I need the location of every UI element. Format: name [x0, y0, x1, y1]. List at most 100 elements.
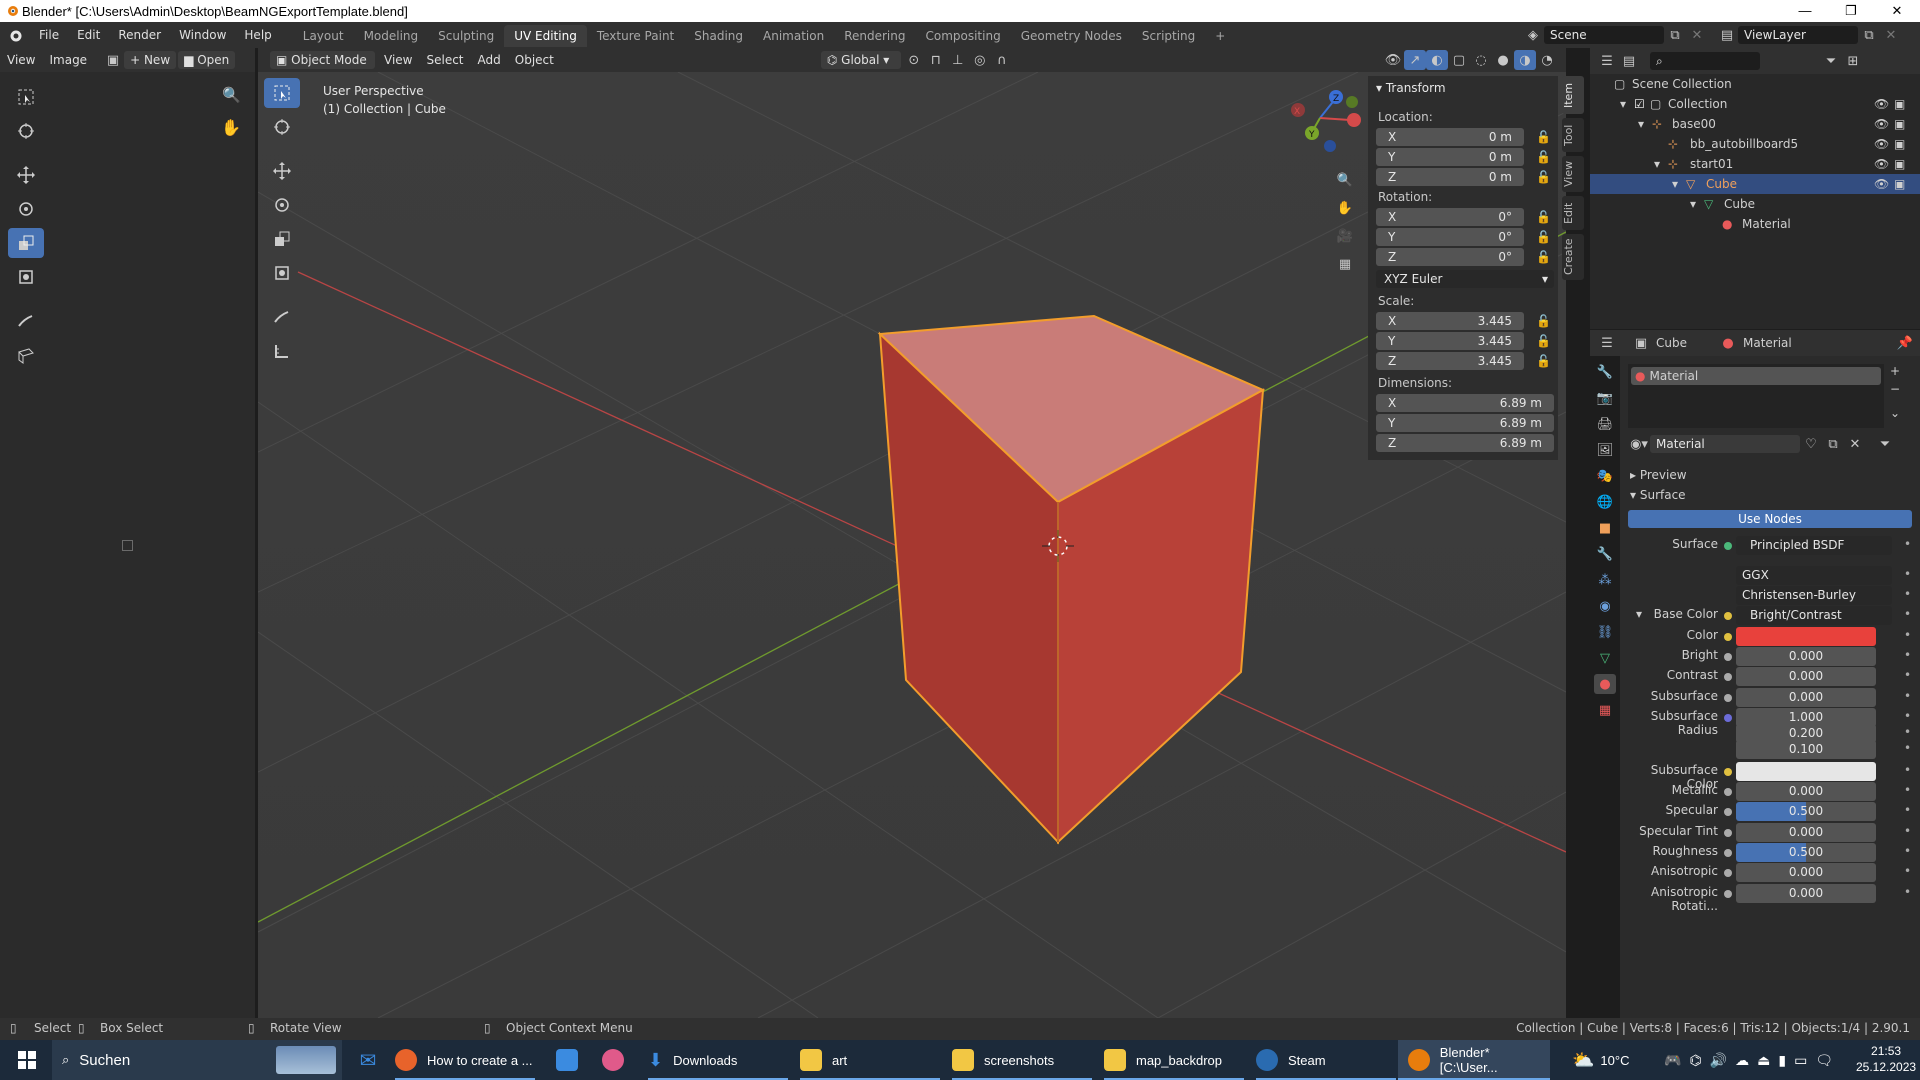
dimensions-y-field[interactable]: Y 6.89 m: [1376, 414, 1554, 432]
new-scene-icon[interactable]: ⧉: [1664, 25, 1686, 45]
new-collection-icon[interactable]: ⊞: [1842, 51, 1864, 71]
camera-icon[interactable]: ▣: [1894, 154, 1905, 174]
socket-dot-icon[interactable]: [1724, 869, 1732, 877]
eye-icon[interactable]: 👁: [1874, 114, 1889, 134]
object-tab-icon[interactable]: ■: [1594, 518, 1616, 538]
checkbox-icon[interactable]: ☑: [1634, 94, 1645, 114]
image-editor-image-menu[interactable]: Image: [42, 53, 94, 67]
viewport-menu-add[interactable]: Add: [471, 53, 508, 67]
taskbar-blender[interactable]: Blender* [C:\User...: [1398, 1040, 1550, 1080]
transform-orientation-selector[interactable]: ⌬ Global ▾: [820, 51, 901, 69]
transform-panel-header[interactable]: Transform: [1386, 81, 1446, 95]
surface-row-value[interactable]: 0.000: [1736, 823, 1876, 842]
world-tab-icon[interactable]: 🌐: [1594, 492, 1616, 512]
taskbar-steam[interactable]: Steam: [1256, 1040, 1396, 1080]
location-z-field[interactable]: Z0 m: [1376, 168, 1524, 186]
rotation-y-field[interactable]: Y 0°: [1376, 228, 1524, 246]
tab-uv-editing[interactable]: UV Editing: [504, 25, 587, 47]
select-box-tool-icon[interactable]: [264, 78, 300, 108]
delete-scene-icon[interactable]: ✕: [1686, 25, 1708, 45]
lock-icon[interactable]: 🔓: [1536, 354, 1551, 368]
gizmo-toggle-icon[interactable]: ↗: [1404, 50, 1426, 70]
rotate-tool-icon[interactable]: [8, 194, 44, 224]
surface-row-value[interactable]: 0.000: [1736, 647, 1876, 666]
collapse-arrow-icon[interactable]: ▾: [1376, 81, 1386, 95]
taskbar-art[interactable]: art: [800, 1040, 940, 1080]
socket-dot-icon[interactable]: [1724, 808, 1732, 816]
snap-target-icon[interactable]: ⊥: [947, 50, 969, 70]
image-editor-view-menu[interactable]: View: [0, 53, 42, 67]
lock-icon[interactable]: 🔓: [1536, 170, 1551, 184]
material-preview-shading-icon[interactable]: ◑: [1514, 50, 1536, 70]
surface-row-value[interactable]: 0.000: [1736, 688, 1876, 707]
lock-icon[interactable]: 🔓: [1536, 334, 1551, 348]
pan-view-icon[interactable]: ✋: [1334, 198, 1356, 218]
solid-shading-icon[interactable]: ●: [1492, 50, 1514, 70]
surface-row-value[interactable]: Bright/Contrast: [1736, 606, 1892, 625]
eye-icon[interactable]: 👁: [1874, 94, 1889, 114]
rotation-x-field[interactable]: X 0°: [1376, 208, 1524, 226]
outliner-row[interactable]: ▾ ▽ Cube: [1590, 194, 1920, 214]
expand-arrow-icon[interactable]: ▾: [1672, 174, 1678, 194]
outliner-row[interactable]: ▢ Scene Collection: [1590, 74, 1920, 94]
tab-scripting[interactable]: Scripting: [1132, 25, 1205, 47]
view-layer-selector[interactable]: ViewLayer: [1738, 26, 1858, 44]
surface-row-value[interactable]: 0.500: [1736, 843, 1876, 862]
zoom-view-icon[interactable]: 🔍: [1334, 170, 1356, 190]
expand-arrow-icon[interactable]: ▾: [1620, 94, 1626, 114]
annotate-tool-icon[interactable]: [8, 306, 44, 336]
material-tab-icon[interactable]: ●: [1594, 674, 1616, 694]
itunes-icon[interactable]: [598, 1040, 628, 1080]
socket-dot-icon[interactable]: [1724, 890, 1732, 898]
open-image-button[interactable]: ▆ Open: [178, 51, 236, 69]
taskbar-map-backdrop[interactable]: map_backdrop: [1104, 1040, 1244, 1080]
cursor-tool-icon[interactable]: [8, 116, 44, 146]
socket-dot-icon[interactable]: [1724, 829, 1732, 837]
add-workspace-button[interactable]: +: [1205, 25, 1235, 47]
dimensions-z-field[interactable]: Z 6.89 m: [1376, 434, 1554, 452]
select-box-tool-icon[interactable]: [8, 82, 44, 112]
tab-edit[interactable]: Edit: [1562, 196, 1584, 230]
new-view-layer-icon[interactable]: ⧉: [1858, 25, 1880, 45]
keyframe-dot-icon[interactable]: •: [1904, 628, 1911, 642]
lock-icon[interactable]: 🔓: [1536, 210, 1551, 224]
lock-icon[interactable]: 🔓: [1536, 250, 1551, 264]
view-layer-icon[interactable]: ▤: [1716, 25, 1738, 45]
socket-dot-icon[interactable]: [1724, 768, 1732, 776]
scene-selector[interactable]: Scene: [1544, 26, 1664, 44]
keyframe-dot-icon[interactable]: •: [1904, 607, 1911, 621]
keyframe-dot-icon[interactable]: •: [1904, 668, 1911, 682]
keyframe-dot-icon[interactable]: •: [1904, 725, 1911, 739]
blender-menu-icon[interactable]: [0, 27, 30, 43]
wireframe-shading-icon[interactable]: ◌: [1470, 50, 1492, 70]
move-tool-icon[interactable]: [264, 156, 300, 186]
move-tool-icon[interactable]: [8, 160, 44, 190]
maximize-button[interactable]: ❐: [1828, 0, 1874, 22]
viewport-menu-select[interactable]: Select: [419, 53, 470, 67]
editor-type-icon[interactable]: ☰: [1596, 51, 1618, 71]
tab-modeling[interactable]: Modeling: [354, 25, 429, 47]
tab-view[interactable]: View: [1562, 156, 1584, 192]
keyframe-dot-icon[interactable]: •: [1904, 864, 1911, 878]
collapse-arrow-icon[interactable]: ▾: [1636, 607, 1642, 621]
tab-texture-paint[interactable]: Texture Paint: [587, 25, 684, 47]
falloff-icon[interactable]: ∩: [991, 50, 1013, 70]
weather-widget[interactable]: ⛅ 10°C: [1572, 1040, 1629, 1080]
socket-dot-icon[interactable]: [1724, 714, 1732, 722]
tab-create[interactable]: Create: [1562, 234, 1584, 280]
taskbar-downloads[interactable]: ⬇ Downloads: [648, 1040, 788, 1080]
rotate-tool-icon[interactable]: [264, 190, 300, 220]
zoom-icon[interactable]: 🔍: [222, 86, 241, 104]
keyframe-dot-icon[interactable]: •: [1904, 689, 1911, 703]
menu-window[interactable]: Window: [170, 22, 235, 48]
tab-animation[interactable]: Animation: [753, 25, 834, 47]
keyframe-dot-icon[interactable]: •: [1904, 783, 1911, 797]
keyframe-dot-icon[interactable]: •: [1904, 567, 1911, 581]
system-tray[interactable]: 🎮 ⌬ 🔊 ☁ ⏏ ▮ ▭ 🗨: [1664, 1040, 1833, 1080]
pivot-point-icon[interactable]: ⊙: [903, 50, 925, 70]
scale-z-field[interactable]: Z 3.445: [1376, 352, 1524, 370]
outliner-search-input[interactable]: ⌕: [1650, 52, 1760, 70]
constraints-tab-icon[interactable]: ⛓: [1594, 622, 1616, 642]
camera-view-icon[interactable]: 🎥: [1334, 226, 1356, 246]
transform-tool-icon[interactable]: [264, 258, 300, 288]
